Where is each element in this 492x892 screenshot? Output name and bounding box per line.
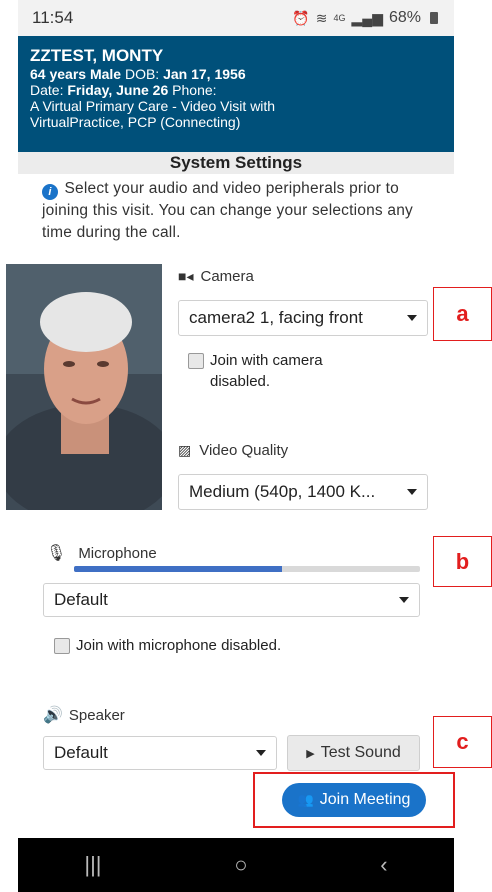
status-icons: ⏰ ≋ 4G ▂▄▆ 68%: [292, 9, 438, 27]
video-quality-label: Video Quality: [199, 442, 289, 459]
microphone-label-row: 🎙 Microphone: [46, 543, 157, 563]
date-label: Date:: [30, 82, 64, 98]
camera-disabled-checkbox-row[interactable]: Join with camera disabled.: [188, 350, 358, 392]
patient-demographics: 64 years Male DOB: Jan 17, 1956: [30, 66, 442, 82]
phone-label: Phone:: [172, 82, 217, 98]
intro-text: Select your audio and video peripherals …: [42, 180, 413, 241]
status-time: 11:54: [32, 8, 74, 27]
join-meeting-label: Join Meeting: [319, 791, 411, 808]
microphone-icon: 🎙: [46, 545, 67, 562]
video-quality-label-row: ▨ Video Quality: [178, 442, 288, 459]
annotation-marker-c: c: [433, 716, 492, 768]
annotation-marker-a: a: [433, 287, 492, 341]
signal-label: 4G: [333, 13, 346, 23]
microphone-select[interactable]: Default: [43, 583, 420, 617]
video-quality-select[interactable]: Medium (540p, 1400 K...: [178, 474, 428, 510]
microphone-disabled-checkbox[interactable]: [54, 638, 70, 654]
camera-disabled-checkbox[interactable]: [188, 353, 204, 369]
speaker-label: Speaker: [68, 706, 125, 724]
camera-preview: [6, 264, 162, 510]
intro-text-block: i Select your audio and video peripheral…: [42, 178, 430, 244]
wifi-icon: ≋: [315, 9, 328, 26]
alarm-icon: ⏰: [292, 9, 310, 26]
microphone-level-meter: [74, 566, 420, 572]
patient-age-sex: 64 years Male: [30, 66, 122, 82]
annotation-marker-b: b: [433, 536, 492, 587]
video-camera-icon: ■◂: [178, 268, 194, 284]
page-title: System Settings: [18, 152, 454, 174]
status-bar: 11:54 ⏰ ≋ 4G ▂▄▆ 68%: [18, 0, 454, 36]
user-portrait-image: [6, 264, 162, 510]
visit-description-1: A Virtual Primary Care - Video Visit wit…: [30, 98, 276, 114]
patient-dob: Jan 17, 1956: [163, 66, 246, 82]
speaker-label-row: 🔊 Speaker: [43, 705, 125, 725]
test-sound-button[interactable]: ▶ Test Sound: [287, 735, 420, 771]
users-icon: 👥: [297, 792, 314, 807]
visit-date-row: Date: Friday, June 26 Phone:: [30, 82, 442, 98]
play-icon: ▶: [306, 747, 315, 760]
speaker-icon: 🔊: [43, 707, 63, 724]
system-nav-bar: ||| ○ ‹: [18, 838, 454, 892]
microphone-select-value: Default: [54, 590, 108, 609]
microphone-label: Microphone: [78, 544, 157, 562]
visit-date: Friday, June 26: [67, 82, 169, 98]
speaker-select[interactable]: Default: [43, 736, 277, 770]
visit-description-2: VirtualPractice, PCP (Connecting): [30, 114, 241, 130]
recent-apps-icon[interactable]: |||: [84, 852, 101, 878]
image-icon: ▨: [178, 442, 192, 458]
info-icon: i: [42, 184, 58, 200]
camera-disabled-label: Join with camera disabled.: [210, 352, 323, 390]
speaker-select-value: Default: [54, 743, 108, 762]
chevron-down-icon: [407, 315, 417, 321]
back-icon[interactable]: ‹: [380, 852, 387, 878]
signal-icon: ▂▄▆: [351, 9, 383, 26]
home-icon[interactable]: ○: [234, 852, 247, 878]
battery-percent: 68%: [388, 9, 421, 26]
microphone-disabled-label: Join with microphone disabled.: [76, 637, 282, 654]
chevron-down-icon: [407, 489, 417, 495]
microphone-level-fill: [74, 566, 282, 572]
camera-select-value: camera2 1, facing front: [189, 308, 363, 327]
camera-label-row: ■◂ Camera: [178, 268, 254, 285]
video-quality-value: Medium (540p, 1400 K...: [189, 482, 376, 501]
camera-label: Camera: [200, 268, 254, 285]
dob-label: DOB:: [124, 66, 160, 82]
chevron-down-icon: [256, 750, 266, 756]
microphone-disabled-checkbox-row[interactable]: Join with microphone disabled.: [54, 635, 354, 656]
test-sound-label: Test Sound: [320, 744, 401, 761]
join-meeting-button[interactable]: 👥 Join Meeting: [282, 783, 426, 817]
chevron-down-icon: [399, 597, 409, 603]
camera-select[interactable]: camera2 1, facing front: [178, 300, 428, 336]
patient-header: ZZTEST, MONTY 64 years Male DOB: Jan 17,…: [18, 36, 454, 152]
battery-icon: [430, 12, 438, 24]
patient-name: ZZTEST, MONTY: [30, 46, 164, 65]
